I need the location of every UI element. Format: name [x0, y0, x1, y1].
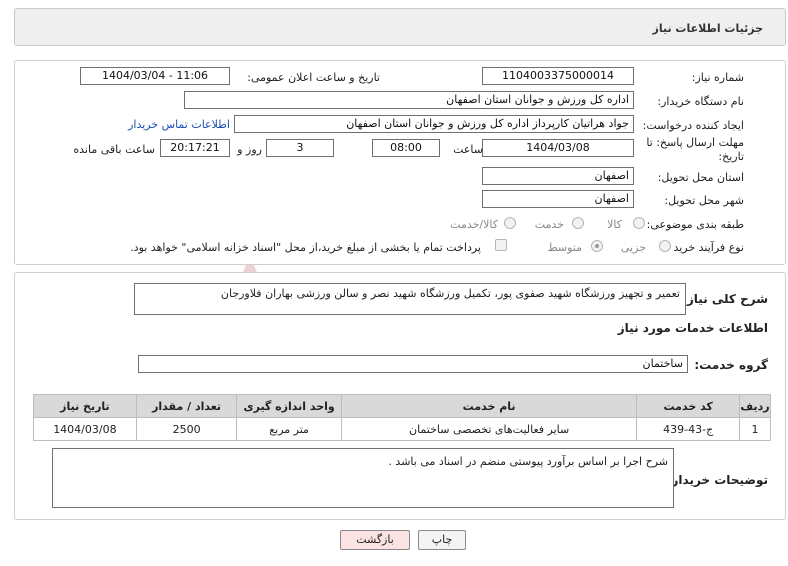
service-group-field: ساختمان [138, 355, 688, 373]
cell-need-date: 1404/03/08 [33, 417, 137, 441]
print-button[interactable]: چاپ [418, 530, 466, 550]
deadline-label: مهلت ارسال پاسخ: تا تاریخ: [646, 136, 744, 163]
buyer-org-field: اداره کل ورزش و جوانان استان اصفهان [184, 91, 634, 109]
deadline-date-field: 1404/03/08 [482, 139, 634, 157]
category-goods-label: کالا [607, 218, 622, 231]
category-both-label: کالا/خدمت [450, 218, 498, 231]
cell-unit: متر مربع [236, 417, 342, 441]
category-service-label: خدمت [534, 218, 564, 231]
cell-service-code: ج-43-439 [636, 417, 741, 441]
category-both-radio[interactable] [504, 217, 516, 229]
treasury-payment-checkbox[interactable] [495, 239, 507, 251]
process-partial-label: جزیی [620, 241, 646, 254]
category-goods-radio[interactable] [633, 217, 645, 229]
process-type-label: نوع فرآیند خرید : [666, 241, 744, 254]
deadline-time-label: ساعت [453, 143, 483, 156]
creator-field: جواد هراتیان کارپرداز اداره کل ورزش و جو… [234, 115, 634, 133]
back-button[interactable]: بازگشت [340, 530, 410, 550]
page-title: جزئیات اطلاعات نیاز [652, 22, 764, 35]
time-remaining-label: ساعت باقی مانده [73, 143, 155, 156]
buyer-notes-textarea[interactable]: شرح اجرا بر اساس برآورد پیوستی منضم در ا… [52, 448, 674, 508]
services-title: اطلاعات خدمات مورد نیاز [617, 321, 768, 335]
col-header-service-code: کد خدمت [636, 394, 741, 418]
province-label: استان محل تحویل: [657, 171, 744, 184]
announce-datetime-label: تاریخ و ساعت اعلان عمومی: [247, 71, 380, 84]
table-row: 1 ج-43-439 سایر فعالیت‌های تخصصی ساختمان… [33, 417, 771, 441]
col-header-service-name: نام خدمت [340, 394, 638, 418]
process-medium-label: متوسط [547, 241, 582, 254]
need-number-label: شماره نیاز: [691, 71, 744, 84]
buyer-notes-label: توضیحات خریدار: [666, 473, 768, 487]
cell-service-name: سایر فعالیت‌های تخصصی ساختمان [340, 417, 638, 441]
services-table: ردیف کد خدمت نام خدمت واحد اندازه گیری ت… [33, 394, 771, 441]
col-header-unit: واحد اندازه گیری [236, 394, 342, 418]
deadline-time-field: 08:00 [372, 139, 440, 157]
cell-row-number: 1 [739, 417, 771, 441]
col-header-need-date: تاریخ نیاز [33, 394, 137, 418]
description-label: شرح کلی نیاز: [682, 292, 768, 306]
table-header-row: ردیف کد خدمت نام خدمت واحد اندازه گیری ت… [33, 394, 771, 418]
cell-quantity: 2500 [135, 417, 238, 441]
page-header: جزئیات اطلاعات نیاز [14, 8, 786, 46]
contact-info-link[interactable]: اطلاعات تماس خریدار [128, 118, 230, 131]
process-partial-radio[interactable] [659, 240, 671, 252]
buyer-org-label: نام دستگاه خریدار: [657, 95, 744, 108]
need-number-field: 1104003375000014 [482, 67, 634, 85]
days-remaining-field: 3 [266, 139, 334, 157]
city-label: شهر محل تحویل: [664, 194, 744, 207]
category-label: طبقه بندی موضوعی: [646, 218, 744, 231]
announce-datetime-field: 1404/03/04 - 11:06 [80, 67, 230, 85]
category-service-radio[interactable] [572, 217, 584, 229]
process-medium-radio[interactable] [591, 240, 603, 252]
treasury-payment-note: پرداخت تمام یا بخشی از مبلغ خرید،از محل … [130, 241, 481, 254]
time-remaining-field: 20:17:21 [160, 139, 230, 157]
service-group-label: گروه خدمت: [694, 358, 768, 372]
col-header-row-number: ردیف [739, 394, 771, 418]
creator-label: ایجاد کننده درخواست: [642, 119, 744, 132]
col-header-quantity: تعداد / مقدار [135, 394, 238, 418]
description-textarea[interactable]: تعمیر و تجهیز ورزشگاه شهید صفوی پور، تکم… [134, 283, 686, 315]
days-label: روز و [237, 143, 262, 156]
province-field: اصفهان [482, 167, 634, 185]
city-field: اصفهان [482, 190, 634, 208]
